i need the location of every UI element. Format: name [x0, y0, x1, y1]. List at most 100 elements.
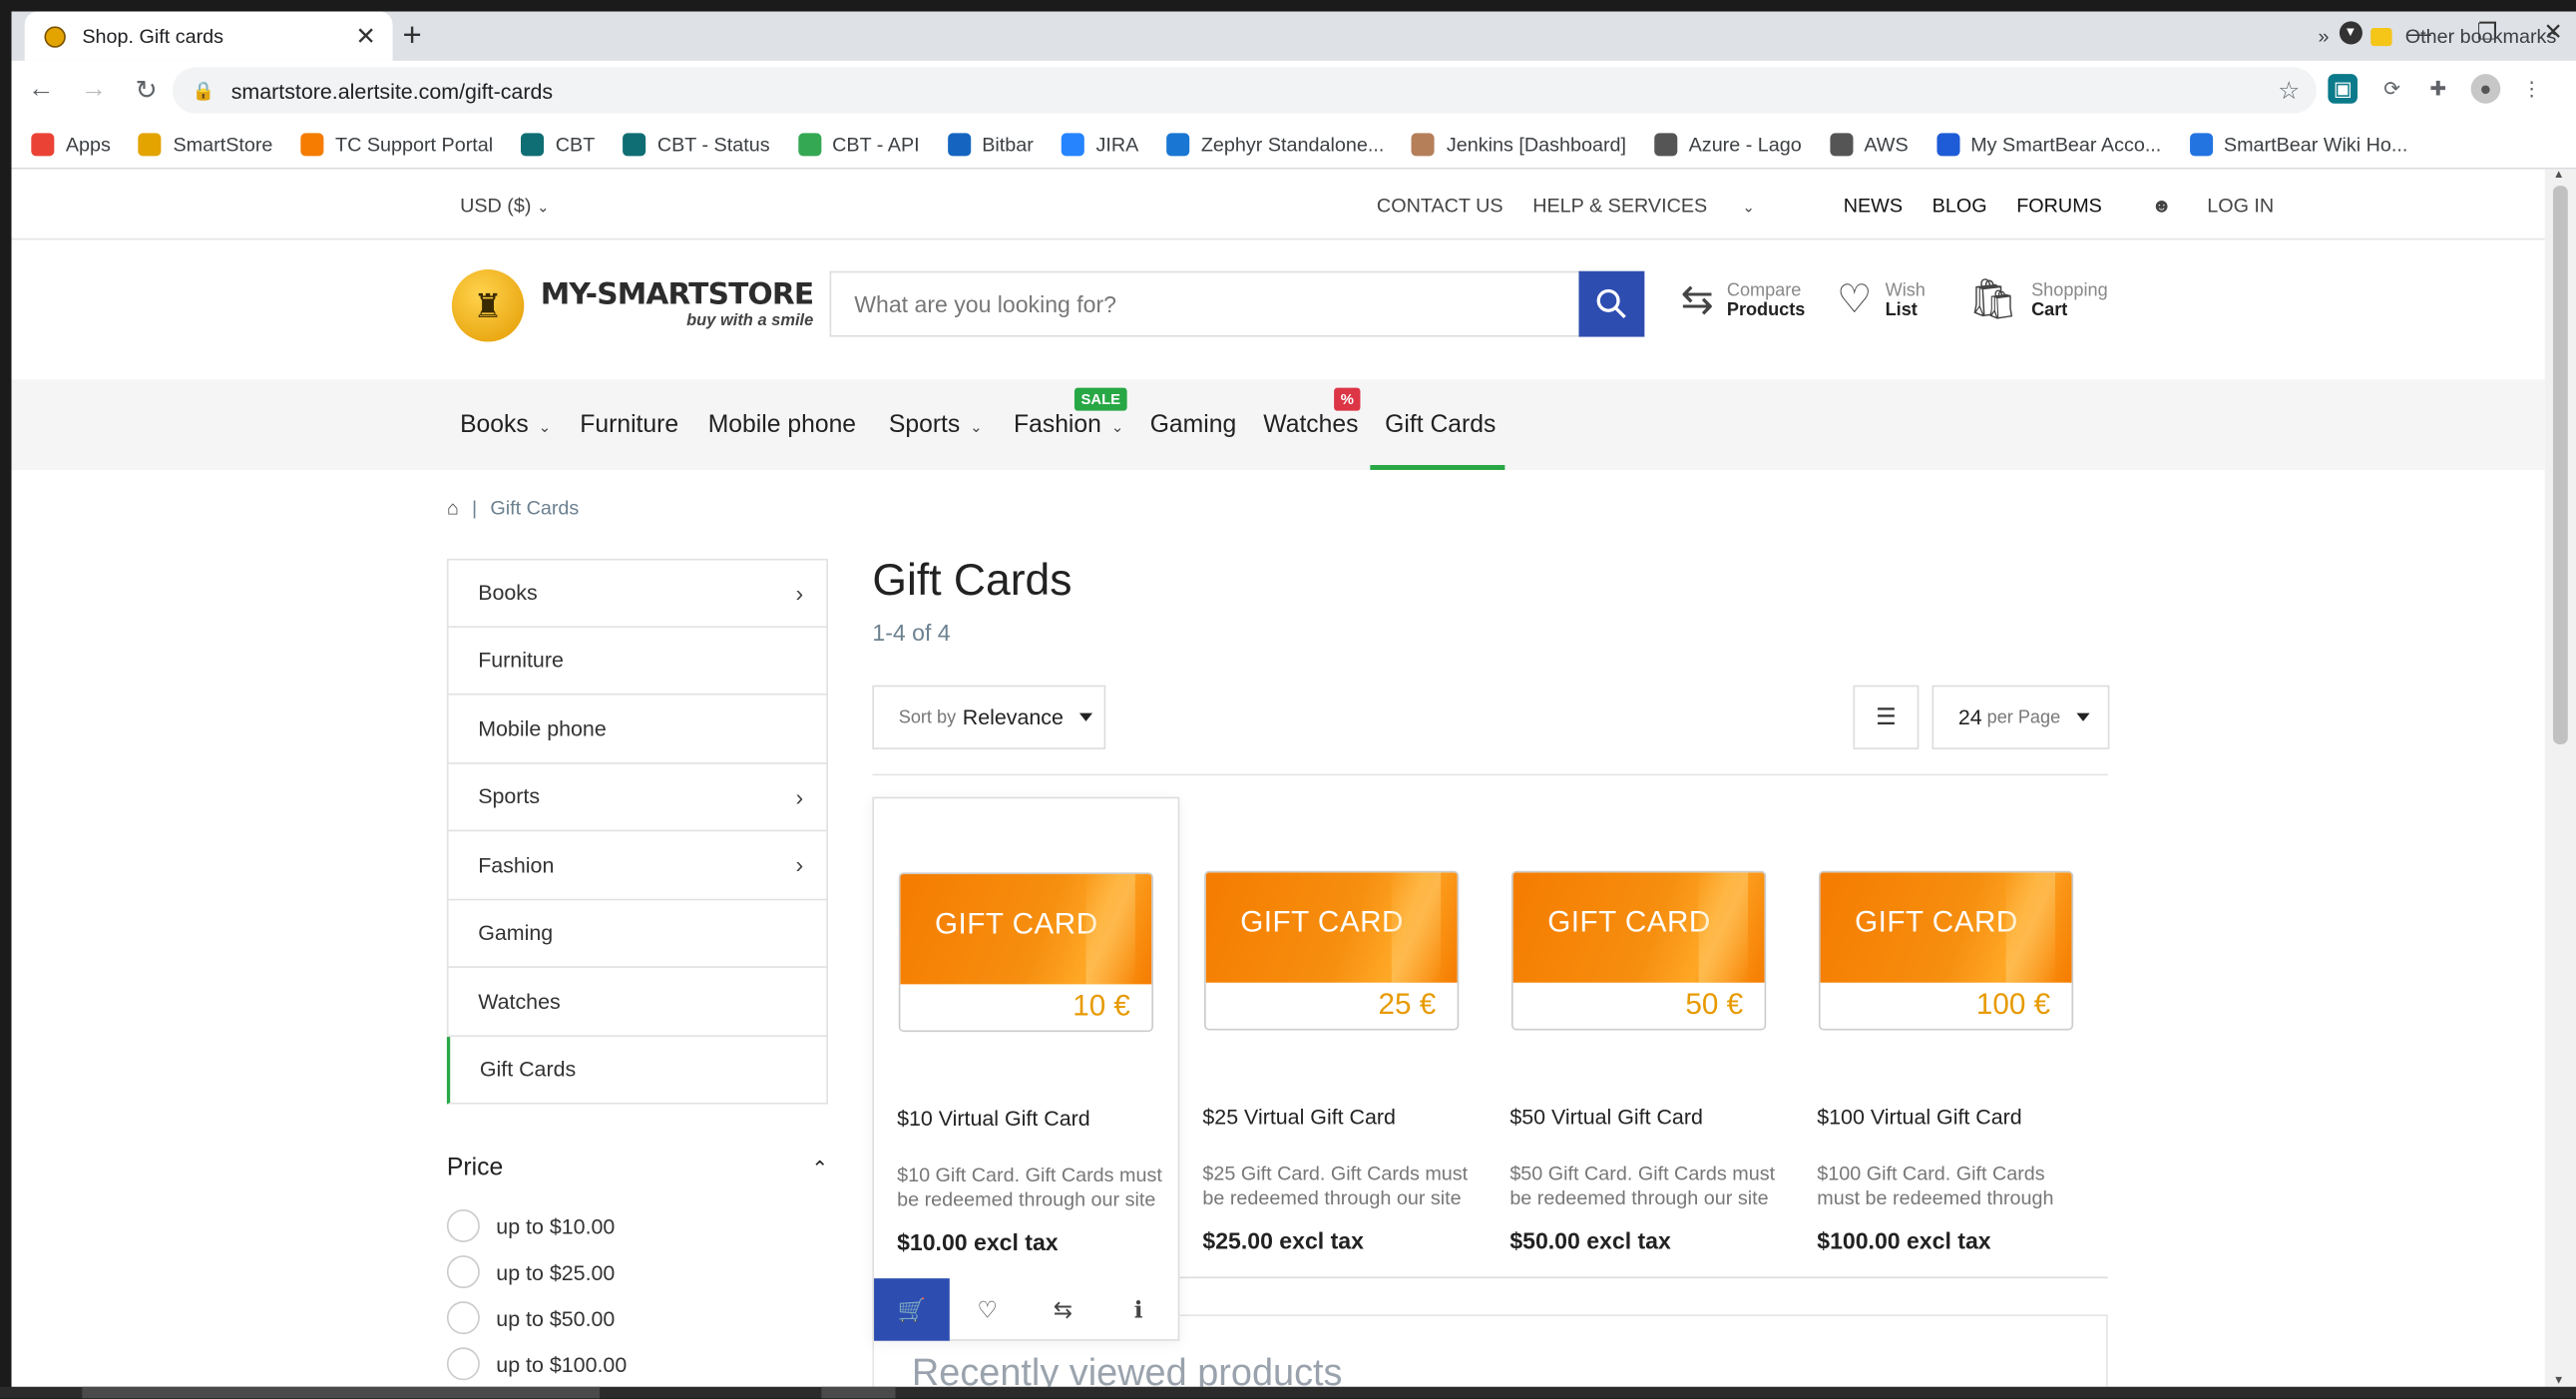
scrollbar-thumb[interactable] [2552, 186, 2568, 744]
product-listing: Gift Cards 1-4 of 4 Sort by Relevance ☰ … [872, 556, 2110, 1341]
sort-dropdown[interactable]: Sort by Relevance [872, 685, 1106, 749]
price-option[interactable]: up to $100.00 [446, 1341, 627, 1387]
bookmark-item[interactable]: SmartStore [138, 132, 272, 156]
product-name[interactable]: $10 Virtual Gift Card [897, 1106, 1090, 1131]
bookmark-item[interactable]: CBT - API [797, 132, 920, 156]
add-to-cart-button[interactable]: 🛒 [874, 1278, 950, 1341]
radio-button[interactable] [446, 1255, 480, 1289]
bookmark-item[interactable]: SmartBear Wiki Ho... [2189, 132, 2407, 156]
product-name[interactable]: $50 Virtual Gift Card [1509, 1105, 1703, 1130]
bookmark-item[interactable]: Bitbar [947, 132, 1034, 156]
nav-watches[interactable]: Watches [1263, 411, 1358, 439]
gift-card-image[interactable]: GIFT CARD 100 € [1818, 870, 2074, 1031]
nav-gaming[interactable]: Gaming [1150, 411, 1237, 439]
sidebar-item[interactable]: Furniture [446, 627, 828, 696]
bookmark-star-icon[interactable]: ☆ [2278, 76, 2300, 105]
bookmarks-overflow-icon[interactable]: » [2318, 25, 2329, 48]
product-name[interactable]: $25 Virtual Gift Card [1202, 1105, 1396, 1130]
profile-avatar-icon[interactable]: ● [2470, 74, 2501, 104]
nav-sports[interactable]: Sports ⌄ [889, 411, 983, 439]
currency-selector[interactable]: USD ($) ⌄ [460, 194, 549, 217]
add-to-compare-button[interactable]: ⇆ [1026, 1278, 1101, 1341]
other-bookmarks[interactable]: Other bookmarks [2370, 25, 2556, 48]
chevron-down-icon: ⌄ [1110, 418, 1124, 436]
breadcrumb-current[interactable]: Gift Cards [490, 496, 579, 519]
lock-icon: 🔒 [192, 81, 215, 102]
radio-button[interactable] [446, 1208, 480, 1242]
bookmark-item[interactable]: JIRA [1061, 132, 1138, 156]
new-tab-button[interactable]: + [402, 18, 421, 56]
product-name[interactable]: $100 Virtual Gift Card [1817, 1105, 2021, 1130]
bookmark-item[interactable]: My SmartBear Acco... [1935, 132, 2161, 156]
forward-icon[interactable]: → [71, 76, 117, 106]
search-input[interactable]: What are you looking for? [829, 270, 1579, 337]
gift-card-image[interactable]: GIFT CARD 25 € [1204, 870, 1460, 1031]
browser-menu-icon[interactable]: ⋮ [2517, 74, 2547, 104]
bookmark-item[interactable]: Apps [31, 132, 111, 156]
bookmark-item[interactable]: AWS [1829, 132, 1909, 156]
search-button[interactable] [1578, 270, 1645, 337]
gift-card-image[interactable]: GIFT CARD 10 € [898, 872, 1153, 1033]
browser-window: Shop. Gift cards ✕ + ▼ — ❐ ✕ ← → ↻ 🔒 sma… [11, 11, 2576, 1387]
tab-search-icon[interactable]: ▼ [2339, 20, 2362, 44]
per-page-dropdown[interactable]: 24 per Page [1932, 685, 2110, 749]
home-icon[interactable]: ⌂ [447, 496, 459, 519]
sidebar-item[interactable]: Sports › [446, 762, 828, 832]
top-utility-bar: USD ($) ⌄ CONTACT US HELP & SERVICES ⌄ N… [11, 170, 2545, 240]
gift-card-image[interactable]: GIFT CARD 50 € [1510, 870, 1767, 1031]
nav-gift-cards[interactable]: Gift Cards [1385, 411, 1496, 439]
back-icon[interactable]: ← [18, 76, 64, 106]
nav-fashion[interactable]: Fashion ⌄ [1014, 411, 1123, 439]
reload-icon[interactable]: ↻ [124, 74, 170, 107]
recently-viewed-title: Recently viewed products [911, 1350, 1343, 1387]
sidebar-item[interactable]: Gift Cards [446, 1036, 828, 1105]
browser-tab[interactable]: Shop. Gift cards ✕ [24, 11, 393, 61]
sidebar-item[interactable]: Fashion › [446, 831, 828, 900]
help-services-menu[interactable]: HELP & SERVICES ⌄ [1532, 194, 1784, 217]
bookmark-item[interactable]: CBT - Status [623, 132, 770, 156]
sidebar-item[interactable]: Watches [446, 967, 828, 1037]
price-option[interactable]: up to $10.00 [446, 1202, 627, 1248]
sidebar-item[interactable]: Books › [446, 558, 828, 628]
page-scrollbar[interactable]: ▲ ▼ [2544, 169, 2576, 1387]
radio-button[interactable] [446, 1347, 480, 1381]
bookmark-favicon-icon [2189, 132, 2213, 156]
close-tab-icon[interactable]: ✕ [355, 21, 376, 51]
radio-button[interactable] [446, 1301, 480, 1335]
bookmark-item[interactable]: CBT [521, 132, 595, 156]
price-option[interactable]: up to $25.00 [446, 1248, 627, 1294]
login-link[interactable]: ☻ LOG IN [2151, 194, 2304, 217]
price-filter-header[interactable]: Price ⌃ [447, 1154, 828, 1181]
product-info-button[interactable]: ℹ [1100, 1278, 1176, 1341]
nav-books[interactable]: Books ⌄ [460, 411, 551, 439]
sidebar-item[interactable]: Mobile phone [446, 695, 828, 763]
compare-products-link[interactable]: ⇆ Compare Products [1681, 280, 1806, 320]
product-card[interactable]: GIFT CARD 25 € $25 Virtual Gift Card $25 Gi… [1179, 797, 1487, 1278]
sidebar-item-label: Furniture [478, 648, 564, 673]
add-to-wishlist-button[interactable]: ♡ [950, 1278, 1026, 1341]
extension-sync-icon[interactable]: ⟳ [2377, 74, 2407, 104]
forums-link[interactable]: FORUMS [2016, 194, 2102, 217]
price-option[interactable]: up to $50.00 [446, 1295, 627, 1341]
product-card[interactable]: GIFT CARD 50 € $50 Virtual Gift Card $50 Gi… [1487, 797, 1794, 1278]
list-view-button[interactable]: ☰ [1853, 685, 1920, 749]
bookmark-item[interactable]: Jenkins [Dashboard] [1412, 132, 1627, 156]
bookmark-item[interactable]: Zephyr Standalone... [1166, 132, 1384, 156]
product-card[interactable]: GIFT CARD 100 € $100 Virtual Gift Card $100… [1794, 797, 2101, 1278]
bookmark-item[interactable]: TC Support Portal [300, 132, 493, 156]
nav-mobile-phone[interactable]: Mobile phone [708, 411, 856, 439]
extension-cbt-icon[interactable]: ▣ [2328, 74, 2359, 104]
news-link[interactable]: NEWS [1844, 194, 1903, 217]
wishlist-link[interactable]: ♡ Wish List [1837, 280, 1926, 320]
bookmark-label: Jenkins [Dashboard] [1446, 132, 1627, 156]
shopping-cart-link[interactable]: 🛍 Shopping Cart [1968, 280, 2108, 320]
product-card[interactable]: GIFT CARD 10 € $10 Virtual Gift Card $10 Gi… [872, 796, 1180, 1341]
nav-furniture[interactable]: Furniture [580, 411, 678, 439]
blog-link[interactable]: BLOG [1932, 194, 1987, 217]
extensions-puzzle-icon[interactable]: ✚ [2423, 74, 2453, 104]
sidebar-item[interactable]: Gaming [446, 899, 828, 968]
bookmark-item[interactable]: Azure - Lago [1654, 132, 1802, 156]
address-bar[interactable]: 🔒 smartstore.alertsite.com/gift-cards ☆ [172, 67, 2317, 114]
contact-us-link[interactable]: CONTACT US [1377, 194, 1503, 217]
store-logo[interactable]: ♜ MY-SMARTSTORE buy with a smile [451, 269, 814, 342]
